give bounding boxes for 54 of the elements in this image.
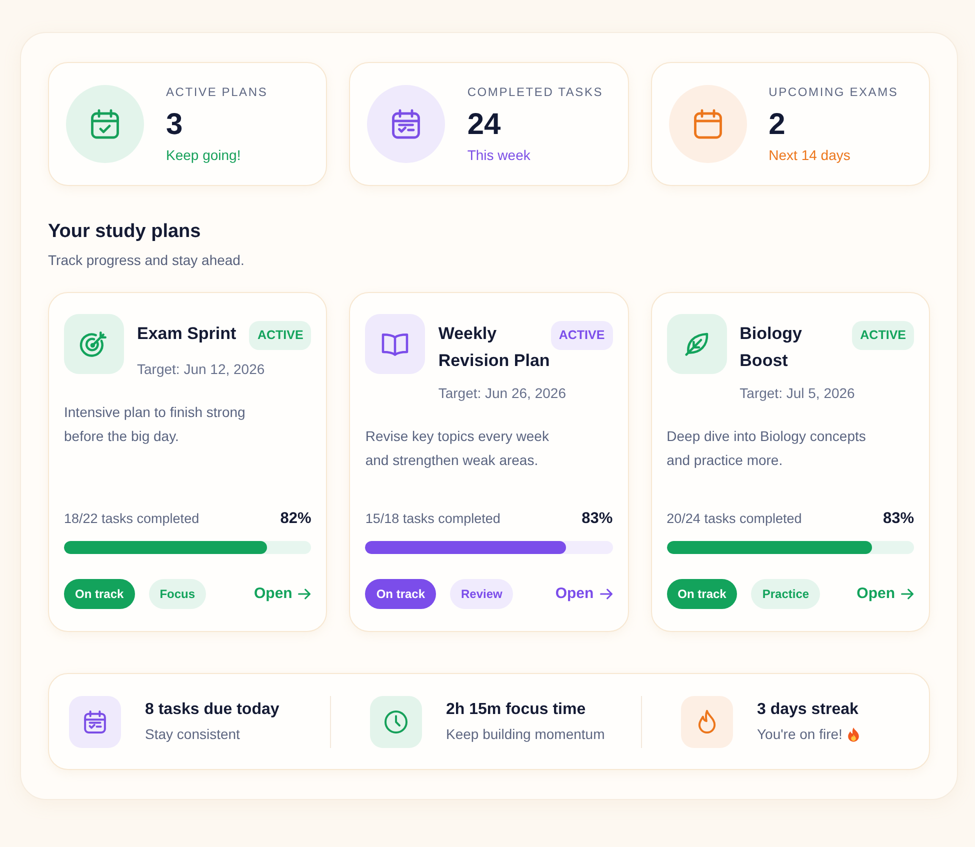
stat-note: This week [467, 146, 532, 164]
summary-subtitle: Stay consistent [145, 725, 240, 744]
status-tag: On track [64, 579, 135, 609]
status-tag: On track [365, 579, 436, 609]
leaf-icon [666, 314, 727, 374]
target-date: Target: Jun 26, 2026 [438, 384, 567, 402]
summary-subtitle: Keep building momentum [446, 725, 605, 744]
progress-label: 20/24 tasks completed [666, 510, 802, 528]
progress-percent: 83% [882, 510, 914, 528]
calendar-check-icon [66, 85, 144, 163]
status-tag: On track [666, 579, 738, 609]
stat-value: 24 [467, 108, 502, 142]
target-date: Target: Jul 5, 2026 [740, 384, 856, 402]
summary-title: 2h 15m focus time [446, 700, 587, 720]
stat-label: ACTIVE PLANS [166, 84, 268, 100]
section-title: Your study plans [48, 220, 202, 244]
book-icon [365, 314, 426, 374]
plan-title: Exam Sprint [137, 323, 238, 345]
calendar-icon [668, 85, 747, 163]
open-link[interactable]: Open [856, 584, 914, 604]
section-subtitle: Track progress and stay ahead. [48, 251, 246, 270]
stat-value: 2 [768, 108, 786, 142]
target-date: Target: Jun 12, 2026 [137, 360, 266, 378]
fire-emoji-icon [847, 726, 860, 742]
summary-subtitle: You're on fire! [757, 725, 842, 744]
arrow-icon [298, 588, 312, 600]
topic-tag: Focus [148, 579, 206, 609]
stat-label: UPCOMING EXAMS [768, 84, 898, 100]
open-link[interactable]: Open [555, 584, 613, 604]
arrow-icon [600, 588, 613, 600]
summary-title: 3 days streak [757, 700, 860, 720]
plan-description: Revise key topics every week and strengthen weak areas. [365, 427, 550, 470]
plan-title: Weekly Revision Plan [438, 323, 550, 372]
progress-percent: 83% [582, 510, 613, 528]
plan-description: Deep dive into Biology concepts and practice more. [666, 427, 867, 470]
stat-note: Keep going! [166, 146, 242, 164]
arrow-icon [901, 588, 914, 600]
progress-percent: 82% [280, 510, 312, 528]
stat-value: 3 [166, 108, 184, 142]
status-badge: ACTIVE [852, 321, 914, 350]
plan-description: Intensive plan to finish strong before the big day. [64, 403, 246, 446]
stat-label: COMPLETED TASKS [467, 84, 604, 100]
calendar-checklist-icon [367, 85, 446, 163]
topic-tag: Review [450, 579, 514, 609]
plan-title: Biology Boost [740, 323, 803, 372]
open-link[interactable]: Open [254, 584, 312, 604]
stat-note: Next 14 days [768, 146, 852, 164]
progress-label: 15/18 tasks completed [365, 510, 500, 528]
status-badge: ACTIVE [249, 321, 312, 350]
progress-label: 18/22 tasks completed [64, 510, 200, 528]
topic-tag: Practice [751, 579, 820, 609]
target-icon [64, 314, 124, 374]
status-badge: ACTIVE [550, 321, 613, 350]
summary-title: 8 tasks due today [145, 700, 280, 720]
